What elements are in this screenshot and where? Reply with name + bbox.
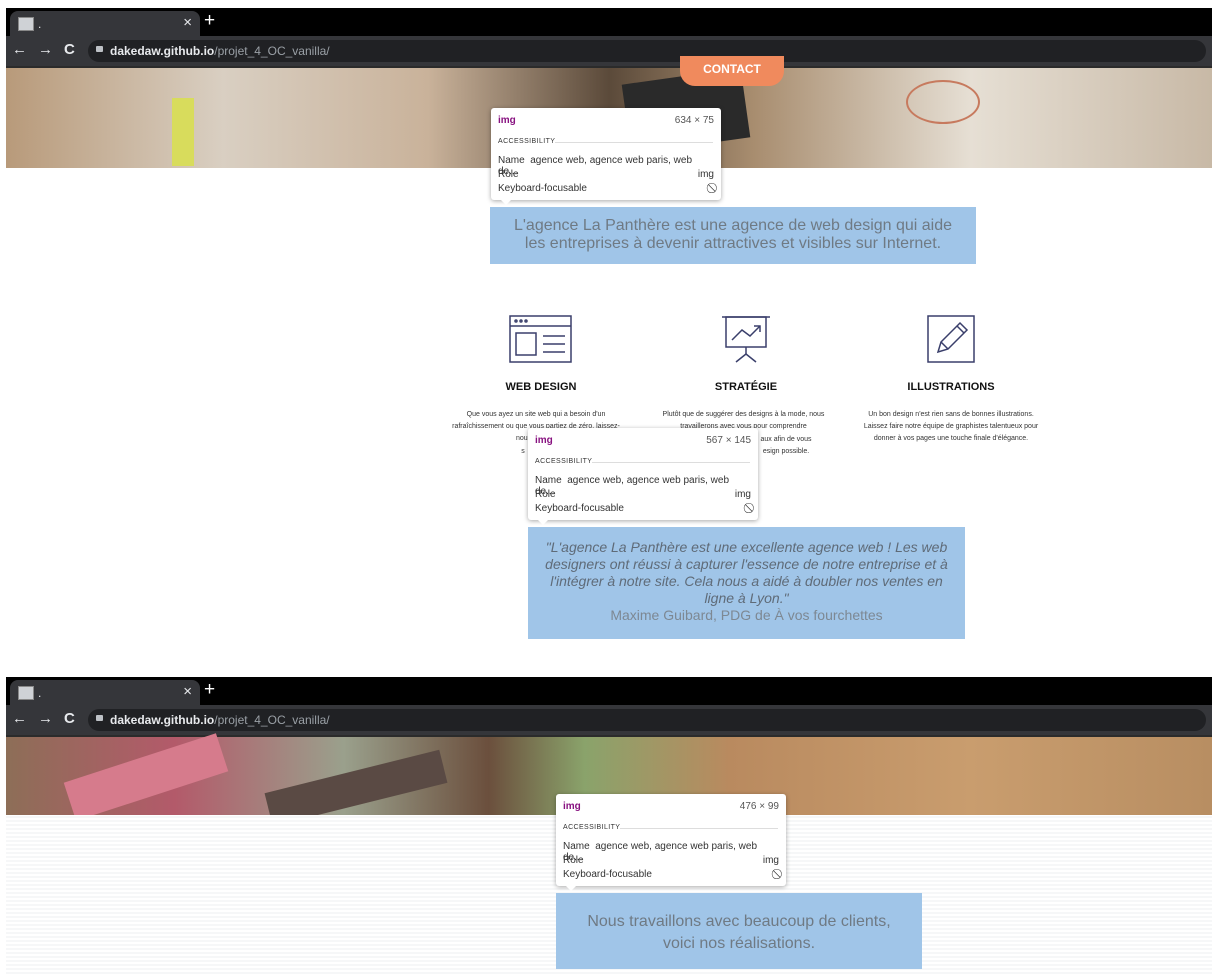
tooltip-role-row: Role img	[498, 169, 714, 180]
devtools-tooltip: img 476 × 99 ACCESSIBILITY Name agence w…	[556, 794, 786, 891]
browser-window-icon	[509, 315, 572, 363]
url-field[interactable]: dakedaw.github.io/projet_4_OC_vanilla/	[88, 40, 1206, 62]
testimonial-author: Maxime Guibard, PDG de À vos fourchettes	[610, 607, 883, 623]
tooltip-section-title: ACCESSIBILITY	[563, 824, 621, 831]
clients-text: Nous travaillons avec beaucoup de client…	[556, 893, 922, 969]
service-title-web-design: WEB DESIGN	[505, 381, 577, 393]
tooltip-tag: img	[563, 801, 581, 812]
pencil-frame-icon	[927, 315, 975, 363]
tooltip-divider	[620, 828, 778, 829]
favicon-icon	[18, 17, 34, 31]
tooltip-arrow	[501, 200, 511, 205]
lock-icon	[96, 715, 103, 721]
tooltip-role-row: Role img	[535, 489, 751, 500]
url-path: /projet_4_OC_vanilla/	[214, 713, 330, 727]
tooltip-dimensions: 567 × 145	[706, 435, 751, 446]
hero-doodle	[906, 80, 980, 124]
screenshot-bottom: . × + ← → C dakedaw.github.io/projet_4_O…	[6, 677, 1212, 974]
tab-title: .	[38, 17, 42, 31]
tooltip-section-title: ACCESSIBILITY	[498, 138, 556, 145]
browser-tab[interactable]: . ×	[10, 11, 200, 36]
presentation-chart-icon	[722, 316, 770, 363]
tooltip-arrow	[566, 886, 576, 891]
service-title-strategie: STRATÉGIE	[714, 381, 778, 393]
tooltip-tag: img	[535, 435, 553, 446]
reload-button[interactable]: C	[64, 41, 75, 58]
address-bar: ← → C dakedaw.github.io/projet_4_OC_vani…	[6, 36, 1212, 68]
tooltip-tag: img	[498, 115, 516, 126]
tooltip-divider	[592, 462, 750, 463]
tab-close-button[interactable]: ×	[183, 683, 192, 700]
tooltip-dimensions: 476 × 99	[739, 801, 779, 812]
tooltip-focus-row: Keyboard-focusable⃠	[535, 503, 624, 514]
new-tab-button[interactable]: +	[204, 679, 215, 701]
back-button[interactable]: ←	[12, 41, 27, 58]
back-button[interactable]: ←	[12, 710, 27, 727]
forward-button[interactable]: →	[38, 41, 53, 58]
service-text-fragment: esign possible.	[762, 448, 810, 455]
reload-button[interactable]: C	[64, 710, 75, 727]
tab-bar: . × +	[6, 8, 1212, 36]
url-path: /projet_4_OC_vanilla/	[214, 44, 330, 58]
testimonial-quote: "L'agence La Panthère est une excellente…	[545, 539, 948, 606]
tooltip-divider	[555, 142, 713, 143]
service-text-illustrations: Un bon design n'est rien sans de bonnes …	[863, 411, 1039, 442]
hero-pencil	[172, 98, 194, 166]
tooltip-role-row: Role img	[563, 855, 779, 866]
devtools-tooltip: img 634 × 75 ACCESSIBILITY Name agence w…	[491, 108, 721, 205]
url-host: dakedaw.github.io	[110, 713, 215, 727]
lock-icon	[96, 46, 103, 52]
address-bar: ← → C dakedaw.github.io/projet_4_OC_vani…	[6, 705, 1212, 737]
contact-button[interactable]: CONTACT	[680, 56, 784, 86]
service-text-fragment: aux afin de vous	[760, 436, 812, 443]
devtools-tooltip: img 567 × 145 ACCESSIBILITY Name agence …	[528, 428, 758, 525]
service-text-fragment: s	[521, 448, 525, 455]
forward-button[interactable]: →	[38, 710, 53, 727]
tooltip-focus-row: Keyboard-focusable⃠	[498, 183, 587, 194]
testimonial-block: "L'agence La Panthère est une excellente…	[528, 527, 965, 639]
new-tab-button[interactable]: +	[204, 10, 215, 32]
screenshot-top: . × + ← → C dakedaw.github.io/projet_4_O…	[6, 8, 1212, 640]
url-host: dakedaw.github.io	[110, 44, 215, 58]
tab-close-button[interactable]: ×	[183, 14, 192, 31]
tooltip-focus-row: Keyboard-focusable⃠	[563, 869, 652, 880]
service-title-illustrations: ILLUSTRATIONS	[907, 381, 995, 393]
tooltip-section-title: ACCESSIBILITY	[535, 458, 593, 465]
tooltip-dimensions: 634 × 75	[674, 115, 714, 126]
hero-marker	[63, 733, 229, 821]
tooltip-arrow	[538, 520, 548, 525]
url-field[interactable]: dakedaw.github.io/projet_4_OC_vanilla/	[88, 709, 1206, 731]
tab-title: .	[38, 686, 42, 700]
favicon-icon	[18, 686, 34, 700]
browser-tab[interactable]: . ×	[10, 680, 200, 705]
tab-bar: . × +	[6, 677, 1212, 705]
intro-text: L'agence La Panthère est une agence de w…	[490, 207, 976, 264]
